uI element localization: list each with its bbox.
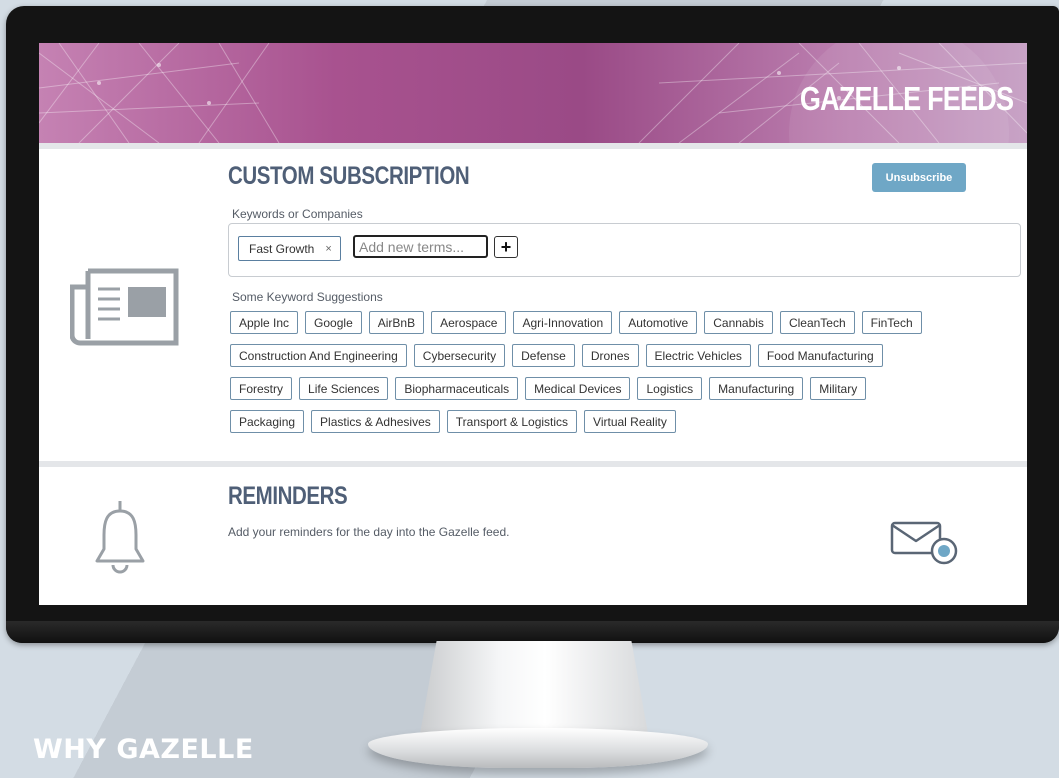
mail-settings-icon[interactable]	[890, 521, 960, 570]
monitor-screen: GAZELLE FEEDS CUSTOM SUBSCRIPTION Unsubs…	[39, 43, 1027, 605]
suggestion-row: Construction And Engineering Cybersecuri…	[230, 344, 1027, 367]
suggestions-label: Some Keyword Suggestions	[232, 290, 383, 304]
suggestion-chip[interactable]: Virtual Reality	[584, 410, 676, 433]
suggestion-chip[interactable]: Apple Inc	[230, 311, 299, 334]
suggestion-chip[interactable]: FinTech	[861, 311, 922, 334]
suggestion-chip[interactable]: Transport & Logistics	[446, 410, 578, 433]
custom-subscription-title: CUSTOM SUBSCRIPTION	[228, 162, 470, 190]
term-tag-label: Fast Growth	[249, 241, 315, 256]
suggestion-chip[interactable]: CleanTech	[779, 311, 855, 334]
reminders-description: Add your reminders for the day into the …	[228, 525, 510, 539]
suggestion-chip[interactable]: Forestry	[230, 377, 293, 400]
newspaper-icon	[69, 265, 180, 354]
term-tag-fast-growth: Fast Growth ×	[238, 236, 341, 261]
keywords-input-box: Fast Growth × +	[228, 223, 1021, 277]
suggestion-chip[interactable]: Manufacturing	[709, 377, 804, 400]
suggestion-row: Packaging Plastics & Adhesives Transport…	[230, 410, 1027, 433]
suggestion-chip[interactable]: Aerospace	[431, 311, 507, 334]
suggestion-chip[interactable]: Cannabis	[704, 311, 773, 334]
section-divider-middle	[39, 461, 1027, 467]
suggestion-chip[interactable]: Cybersecurity	[413, 344, 506, 367]
suggestion-chip[interactable]: Construction And Engineering	[230, 344, 407, 367]
suggestion-chip[interactable]: AirBnB	[368, 311, 425, 334]
keyword-suggestions: Apple Inc Google AirBnB Aerospace Agri-I…	[230, 311, 1027, 443]
reminders-title: REMINDERS	[228, 482, 348, 510]
suggestion-chip[interactable]: Food Manufacturing	[757, 344, 883, 367]
suggestion-chip[interactable]: Logistics	[637, 377, 703, 400]
banner-title: GAZELLE FEEDS	[799, 80, 1014, 117]
suggestion-chip[interactable]: Biopharmaceuticals	[395, 377, 519, 400]
suggestion-chip[interactable]: Medical Devices	[525, 377, 631, 400]
why-gazelle-heading[interactable]: WHY GAZELLE	[33, 734, 254, 765]
keywords-label: Keywords or Companies	[232, 207, 363, 221]
monitor-stand-base	[368, 728, 708, 768]
suggestion-chip[interactable]: Electric Vehicles	[645, 344, 751, 367]
unsubscribe-button[interactable]: Unsubscribe	[872, 163, 966, 192]
suggestion-chip[interactable]: Drones	[581, 344, 639, 367]
suggestion-chip[interactable]: Automotive	[619, 311, 698, 334]
remove-term-icon[interactable]: ×	[325, 243, 331, 255]
suggestion-chip[interactable]: Defense	[512, 344, 575, 367]
header-banner: GAZELLE FEEDS	[39, 43, 1027, 143]
suggestion-chip[interactable]: Google	[305, 311, 362, 334]
suggestion-chip[interactable]: Plastics & Adhesives	[311, 410, 440, 433]
section-divider-top	[39, 143, 1027, 149]
add-term-button[interactable]: +	[494, 236, 518, 258]
suggestion-row: Forestry Life Sciences Biopharmaceutical…	[230, 377, 1027, 400]
suggestion-chip[interactable]: Life Sciences	[299, 377, 389, 400]
suggestion-chip[interactable]: Packaging	[230, 410, 305, 433]
new-term-input[interactable]	[353, 235, 488, 258]
suggestion-chip[interactable]: Agri-Innovation	[513, 311, 613, 334]
bell-icon	[94, 499, 146, 584]
suggestion-chip[interactable]: Military	[810, 377, 867, 400]
suggestion-row: Apple Inc Google AirBnB Aerospace Agri-I…	[230, 311, 1027, 334]
